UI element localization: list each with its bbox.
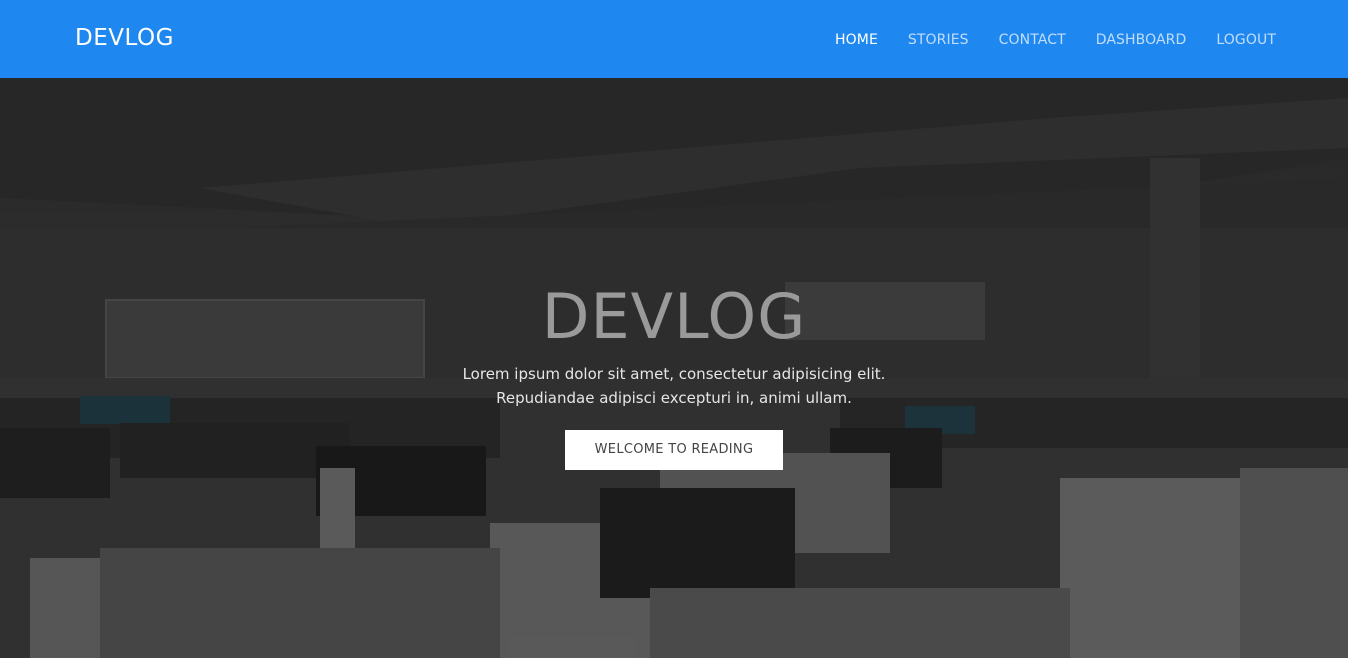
hero-content: DEVLOG Lorem ipsum dolor sit amet, conse…	[0, 278, 1348, 470]
hero-text-line-1: Lorem ipsum dolor sit amet, consectetur …	[462, 365, 886, 383]
nav-item-home: HOME	[835, 31, 878, 49]
nav-link-logout[interactable]: LOGOUT	[1216, 32, 1276, 48]
nav-link-stories[interactable]: STORIES	[908, 32, 969, 48]
brand-logo[interactable]: DEVLOG	[75, 25, 174, 51]
nav-link-dashboard[interactable]: DASHBOARD	[1096, 32, 1187, 48]
hero-text-line-2: Repudiandae adipisci excepturi in, animi…	[496, 389, 852, 407]
hero-title: DEVLOG	[541, 280, 807, 353]
nav-item-stories: STORIES	[908, 31, 969, 49]
welcome-to-reading-button[interactable]: WELCOME TO READING	[564, 430, 784, 470]
nav-link-home[interactable]: HOME	[835, 32, 878, 48]
nav-link-contact[interactable]: CONTACT	[999, 32, 1066, 48]
top-navbar: DEVLOG HOME STORIES CONTACT DASHBOARD LO…	[0, 0, 1348, 78]
nav-item-contact: CONTACT	[999, 31, 1066, 49]
nav-item-dashboard: DASHBOARD	[1096, 31, 1187, 49]
nav-menu: HOME STORIES CONTACT DASHBOARD LOGOUT	[835, 31, 1276, 49]
nav-item-logout: LOGOUT	[1216, 31, 1276, 49]
hero-section: DEVLOG Lorem ipsum dolor sit amet, conse…	[0, 78, 1348, 658]
